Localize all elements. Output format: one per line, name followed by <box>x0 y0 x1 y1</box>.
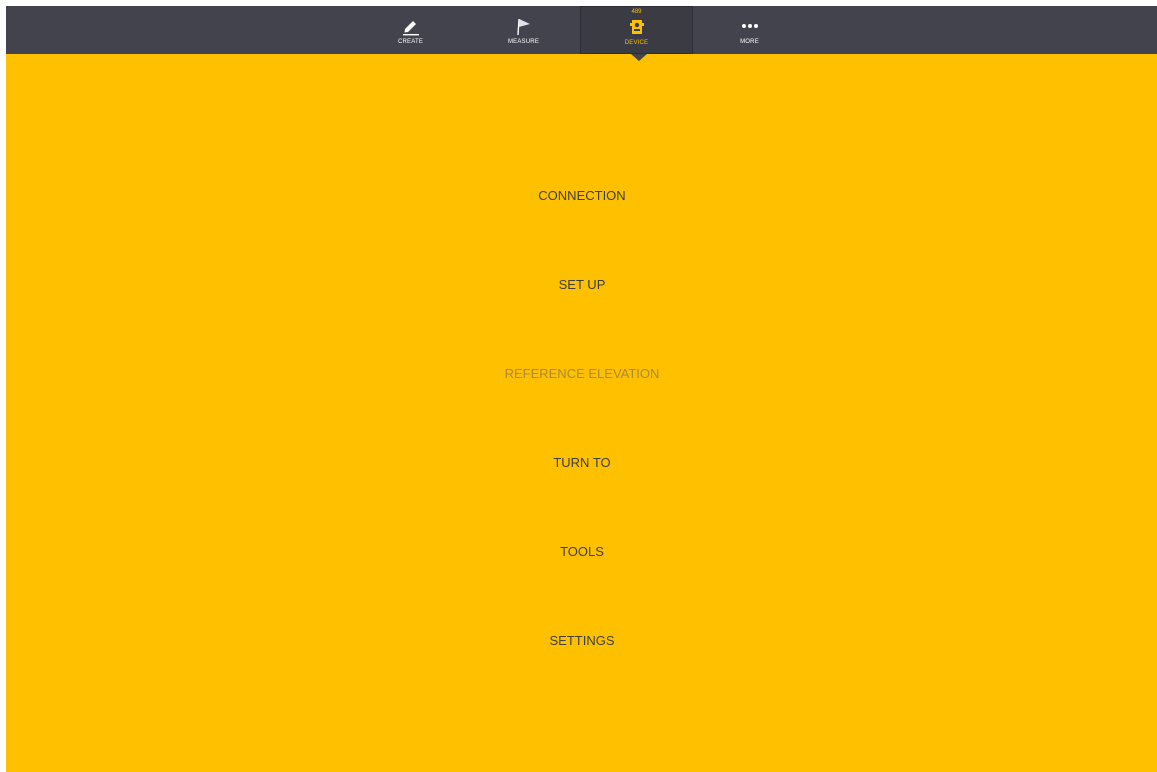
app-window: CREATE MEASURE 489 DEVICE MORE CONNECTIO… <box>6 6 1157 772</box>
tab-measure-label: MEASURE <box>507 39 540 45</box>
device-icon <box>626 16 648 38</box>
tab-device[interactable]: 489 DEVICE <box>580 6 693 54</box>
menu-item-connection[interactable]: CONNECTION <box>6 186 1157 206</box>
top-navigation-bar: CREATE MEASURE 489 DEVICE MORE <box>6 6 1157 54</box>
tab-more[interactable]: MORE <box>693 6 806 54</box>
tab-more-label: MORE <box>740 39 759 45</box>
tab-measure[interactable]: MEASURE <box>467 6 580 54</box>
flag-icon <box>513 15 535 37</box>
tab-create-label: CREATE <box>397 39 424 45</box>
menu-item-set-up[interactable]: SET UP <box>6 275 1157 295</box>
menu-item-settings[interactable]: SETTINGS <box>6 631 1157 651</box>
ellipsis-icon <box>739 15 761 37</box>
menu-item-tools[interactable]: TOOLS <box>6 542 1157 562</box>
tab-create[interactable]: CREATE <box>354 6 467 54</box>
menu-item-turn-to[interactable]: TURN TO <box>6 453 1157 473</box>
pencil-icon <box>400 15 422 37</box>
nav-tabs: CREATE MEASURE 489 DEVICE MORE <box>354 6 806 54</box>
active-tab-caret <box>631 54 647 61</box>
tab-device-label: DEVICE <box>624 40 649 46</box>
menu-item-reference-elevation: REFERENCE ELEVATION <box>504 366 660 381</box>
device-badge: 489 <box>631 9 642 15</box>
